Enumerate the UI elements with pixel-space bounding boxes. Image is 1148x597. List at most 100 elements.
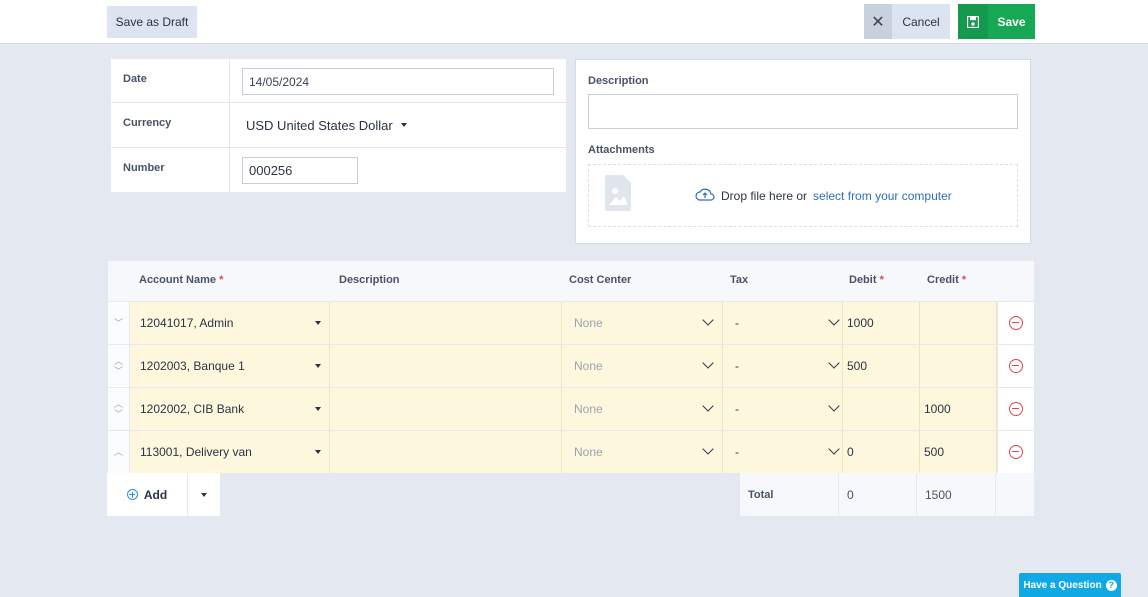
col-cost-center: Cost Center: [569, 274, 632, 286]
tax-select[interactable]: -: [723, 345, 843, 387]
debit-input[interactable]: [843, 388, 920, 430]
description-cell[interactable]: [330, 345, 562, 387]
caret-down-icon: [201, 492, 207, 497]
chevron-down-icon: [702, 443, 714, 455]
tax-value: -: [735, 445, 739, 459]
description-cell[interactable]: [330, 388, 562, 430]
totals-row: Total 0 1500: [740, 473, 1034, 516]
row-reorder-handle[interactable]: ︿ ﹀: [108, 388, 130, 430]
col-credit-label: Credit: [927, 274, 959, 286]
save-icon: [958, 4, 988, 39]
currency-select[interactable]: USD United States Dollar: [246, 118, 393, 133]
required-mark: *: [219, 274, 224, 286]
add-circle-icon: [126, 489, 138, 500]
col-debit: Debit *: [849, 274, 884, 286]
save-label: Save: [997, 14, 1026, 29]
account-value: 12041017, Admin: [140, 316, 234, 330]
account-select[interactable]: 1202002, CIB Bank: [130, 388, 330, 430]
chevron-down-icon: [828, 357, 840, 369]
chevron-down-icon[interactable]: ﹀: [114, 409, 123, 419]
chevron-down-icon[interactable]: ﹀: [114, 318, 123, 328]
question-icon: ?: [1105, 579, 1117, 591]
save-as-draft-button[interactable]: Save as Draft: [107, 6, 197, 38]
cost-center-value: None: [574, 402, 603, 416]
help-label: Have a Question: [1023, 579, 1102, 591]
save-button[interactable]: Save: [958, 4, 1035, 39]
account-value: 113001, Delivery van: [140, 445, 252, 459]
col-account-label: Account Name: [139, 274, 217, 286]
remove-row-button[interactable]: [997, 388, 1034, 430]
select-file-link[interactable]: select from your computer: [813, 189, 952, 203]
remove-row-icon: [1009, 316, 1023, 330]
tax-value: -: [735, 359, 739, 373]
debit-input[interactable]: 1000: [843, 302, 920, 344]
divider: [229, 103, 230, 147]
cancel-button[interactable]: ✕ Cancel: [864, 4, 950, 39]
tax-select[interactable]: -: [723, 388, 843, 430]
credit-input[interactable]: 500: [920, 431, 997, 473]
remove-row-button[interactable]: [997, 345, 1034, 387]
cost-center-select[interactable]: None: [562, 388, 723, 430]
chevron-down-icon: [828, 443, 840, 455]
add-label: Add: [143, 487, 168, 502]
row-reorder-handle[interactable]: ﹀: [108, 302, 130, 344]
number-row: Number 000256: [111, 148, 566, 192]
col-credit: Credit *: [927, 274, 966, 286]
number-input[interactable]: 000256: [242, 157, 358, 184]
divider: [229, 148, 230, 192]
description-cell[interactable]: [330, 431, 562, 473]
credit-input[interactable]: [920, 302, 997, 344]
table-row: ﹀ 12041017, Admin None - 1000: [108, 301, 1034, 344]
currency-row: Currency USD United States Dollar: [111, 103, 566, 148]
chevron-down-icon: [702, 357, 714, 369]
credit-input[interactable]: 1000: [920, 388, 997, 430]
chevron-up-icon[interactable]: ︿: [114, 399, 123, 409]
row-reorder-handle[interactable]: ︿: [108, 431, 130, 473]
total-debit: 0: [839, 473, 917, 516]
cost-center-select[interactable]: None: [562, 431, 723, 473]
debit-input[interactable]: 500: [843, 345, 920, 387]
cost-center-value: None: [574, 359, 603, 373]
have-a-question-button[interactable]: Have a Question ?: [1019, 573, 1121, 597]
account-select[interactable]: 113001, Delivery van: [130, 431, 330, 473]
caret-down-icon[interactable]: [401, 123, 407, 127]
drop-instruction: Drop file here or: [721, 188, 808, 203]
add-row-button[interactable]: Add: [107, 473, 188, 516]
details-card: Description Attachments Drop file here o…: [575, 59, 1031, 244]
date-input[interactable]: 14/05/2024: [242, 68, 554, 95]
tax-value: -: [735, 316, 739, 330]
col-debit-label: Debit: [849, 274, 877, 286]
credit-input[interactable]: [920, 345, 997, 387]
file-image-icon: [605, 175, 631, 214]
attachment-dropzone[interactable]: Drop file here or select from your compu…: [588, 164, 1018, 227]
currency-label: Currency: [123, 117, 172, 129]
description-cell[interactable]: [330, 302, 562, 344]
account-select[interactable]: 1202003, Banque 1: [130, 345, 330, 387]
tax-select[interactable]: -: [723, 431, 843, 473]
account-select[interactable]: 12041017, Admin: [130, 302, 330, 344]
cost-center-select[interactable]: None: [562, 345, 723, 387]
top-toolbar: Save as Draft ✕ Cancel Save: [0, 0, 1148, 44]
col-tax: Tax: [730, 274, 749, 286]
chevron-up-icon[interactable]: ︿: [114, 356, 123, 366]
col-account-name: Account Name *: [139, 274, 223, 286]
date-row: Date 14/05/2024: [111, 59, 566, 103]
required-mark: *: [879, 274, 884, 286]
row-reorder-handle[interactable]: ︿ ﹀: [108, 345, 130, 387]
col-description: Description: [339, 274, 400, 286]
remove-row-button[interactable]: [997, 302, 1034, 344]
table-row: ︿ ﹀ 1202003, Banque 1 None - 500: [108, 344, 1034, 387]
chevron-down-icon[interactable]: ﹀: [114, 366, 123, 376]
remove-row-button[interactable]: [997, 431, 1034, 473]
add-options-dropdown[interactable]: [188, 473, 220, 516]
total-label: Total: [740, 473, 839, 516]
cancel-label: Cancel: [902, 14, 940, 29]
journal-entries-table: Account Name * Description Cost Center T…: [108, 261, 1034, 473]
tax-select[interactable]: -: [723, 302, 843, 344]
cost-center-select[interactable]: None: [562, 302, 723, 344]
chevron-down-icon: [828, 314, 840, 326]
debit-input[interactable]: 0: [843, 431, 920, 473]
account-value: 1202002, CIB Bank: [140, 402, 245, 416]
chevron-up-icon[interactable]: ︿: [114, 447, 123, 457]
description-input[interactable]: [588, 94, 1018, 129]
